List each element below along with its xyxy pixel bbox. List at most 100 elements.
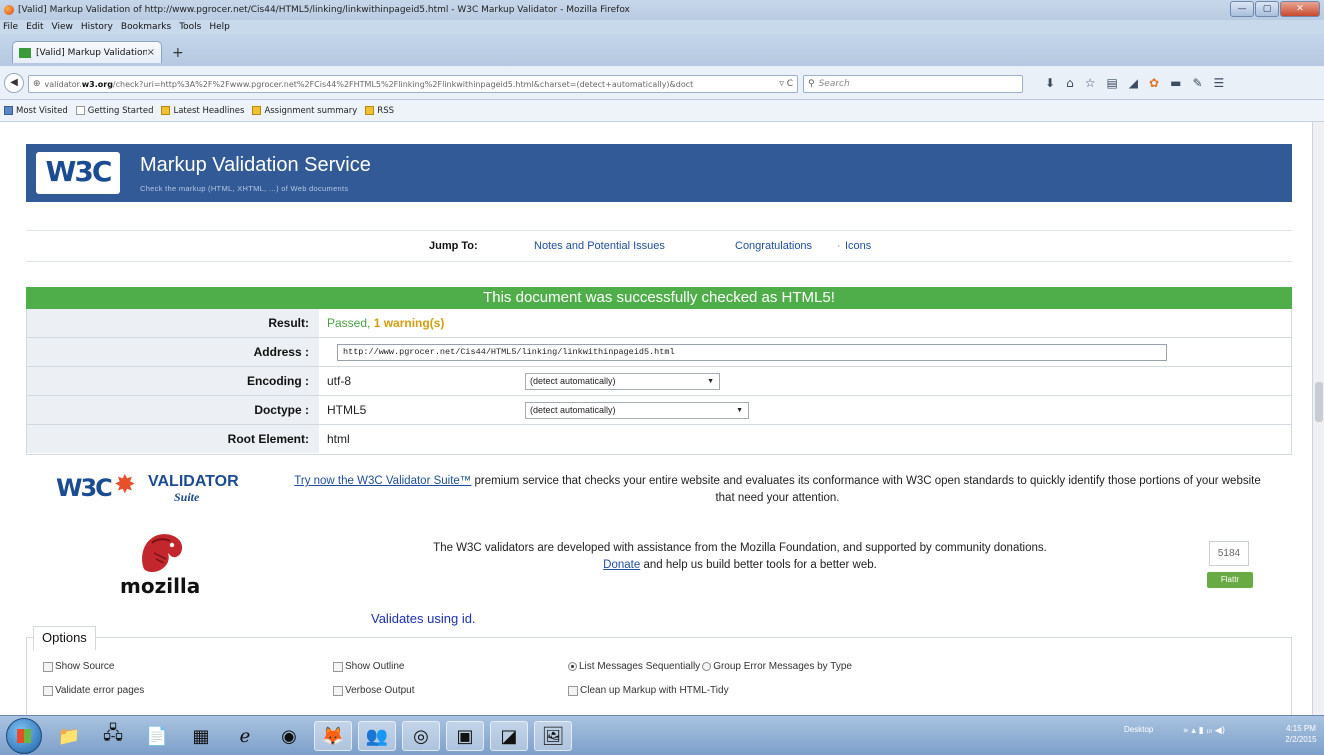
encoding-select[interactable]: (detect automatically) ▼ bbox=[525, 373, 720, 390]
internet-explorer-icon[interactable]: ℯ bbox=[226, 721, 264, 751]
validate-error-pages-checkbox[interactable] bbox=[43, 685, 53, 696]
verbose-output-option[interactable]: Verbose Output bbox=[333, 685, 415, 696]
search-bar[interactable]: ⚲ Search bbox=[803, 75, 1023, 93]
menu-edit[interactable]: Edit bbox=[26, 22, 43, 32]
people-icon[interactable]: 👥 bbox=[358, 721, 396, 751]
page-subtitle: Check the markup (HTML, XHTML, ...) of W… bbox=[140, 184, 349, 193]
star-icon[interactable]: ☆ bbox=[1085, 76, 1096, 90]
notes-icon[interactable]: ◪ bbox=[490, 721, 528, 751]
doctype-label: Doctype : bbox=[27, 396, 319, 424]
firefox-icon bbox=[4, 5, 14, 15]
jump-link-congratulations[interactable]: Congratulations bbox=[735, 240, 812, 252]
rss-folder-icon bbox=[252, 106, 262, 115]
w3c-logo[interactable]: W3C bbox=[36, 152, 120, 194]
app-icon[interactable]: ◎ bbox=[402, 721, 440, 751]
globe-icon: ⊕ bbox=[33, 79, 41, 89]
window-title: [Valid] Markup Validation of http://www.… bbox=[18, 5, 630, 15]
menu-file[interactable]: File bbox=[3, 22, 18, 32]
send-icon[interactable]: ◢ bbox=[1129, 76, 1138, 90]
jump-link-icons[interactable]: Icons bbox=[845, 240, 871, 252]
flattr-button[interactable]: Flattr bbox=[1207, 572, 1253, 588]
group-by-type-radio[interactable] bbox=[702, 662, 712, 671]
explorer-icon[interactable]: 📁 bbox=[50, 721, 88, 751]
address-input[interactable]: http://www.pgrocer.net/Cis44/HTML5/linki… bbox=[337, 344, 1167, 361]
tab-validator[interactable]: [Valid] Markup Validation ... × bbox=[12, 41, 162, 63]
download-icon[interactable]: ⬇ bbox=[1045, 76, 1055, 90]
windows-flag-icon bbox=[17, 729, 31, 743]
options-title[interactable]: Options bbox=[33, 626, 96, 650]
show-outline-option[interactable]: Show Outline bbox=[333, 661, 404, 672]
rss-folder-icon bbox=[161, 106, 171, 115]
bookmark-latest-headlines[interactable]: Latest Headlines bbox=[161, 106, 244, 116]
home-icon[interactable]: ⌂ bbox=[1066, 76, 1074, 90]
message-order-option: List Messages Sequentially Group Error Me… bbox=[566, 661, 852, 672]
search-icon: ⚲ bbox=[808, 79, 815, 89]
close-window-button[interactable]: ✕ bbox=[1280, 1, 1320, 17]
tab-close-icon[interactable]: × bbox=[147, 47, 155, 58]
chrome-icon[interactable]: ◉ bbox=[270, 721, 308, 751]
maximize-button[interactable]: ▢ bbox=[1255, 1, 1279, 17]
clock[interactable]: 4:15 PM 2/2/2015 bbox=[1280, 723, 1322, 745]
favicon-icon bbox=[19, 47, 31, 58]
encoding-row: Encoding : utf-8 (detect automatically) ▼ bbox=[27, 367, 1291, 396]
tab-label: [Valid] Markup Validation ... bbox=[36, 47, 147, 58]
extension-icon[interactable]: ✎ bbox=[1192, 76, 1202, 90]
doctype-select[interactable]: (detect automatically) ▼ bbox=[525, 402, 749, 419]
firefox-taskbar-icon[interactable]: 🦊 bbox=[314, 721, 352, 751]
scrollbar-thumb[interactable] bbox=[1315, 382, 1323, 422]
html-tidy-option[interactable]: Clean up Markup with HTML-Tidy bbox=[568, 685, 729, 696]
minimize-button[interactable]: — bbox=[1230, 1, 1254, 17]
addon-icon[interactable]: ✿ bbox=[1149, 76, 1159, 90]
folder-icon[interactable]: ▬ bbox=[1170, 76, 1181, 90]
verbose-output-checkbox[interactable] bbox=[333, 685, 343, 696]
menu-bookmarks[interactable]: Bookmarks bbox=[121, 22, 171, 32]
new-tab-button[interactable]: + bbox=[172, 45, 184, 61]
bookmark-assignment-summary[interactable]: Assignment summary bbox=[252, 106, 357, 116]
photo-icon[interactable]: 🖼 bbox=[534, 721, 572, 751]
suite-link[interactable]: Try now the W3C Validator Suite™ bbox=[294, 475, 471, 487]
menu-history[interactable]: History bbox=[81, 22, 113, 32]
root-element-value: html bbox=[327, 432, 350, 446]
show-outline-checkbox[interactable] bbox=[333, 661, 343, 672]
list-sequential-radio[interactable] bbox=[568, 662, 577, 671]
url-bar[interactable]: ⊕ validator.w3.org/check?uri=http%3A%2F%… bbox=[28, 75, 798, 93]
menu-icon[interactable]: ☰ bbox=[1214, 76, 1225, 90]
validator-suite-logo[interactable]: W3C ✸ VALIDATOR Suite bbox=[56, 470, 266, 506]
validate-error-pages-option[interactable]: Validate error pages bbox=[43, 685, 144, 696]
calculator-icon[interactable]: ▦ bbox=[182, 721, 220, 751]
menu-tools[interactable]: Tools bbox=[179, 22, 201, 32]
bookmarks-bar: Most Visited Getting Started Latest Head… bbox=[0, 100, 1324, 122]
window-title-bar: [Valid] Markup Validation of http://www.… bbox=[0, 0, 1324, 20]
show-source-checkbox[interactable] bbox=[43, 661, 53, 672]
system-tray-icons[interactable]: » ▴ ▮ ₍ᵢₗ ◀) bbox=[1183, 726, 1225, 736]
dropdown-arrow-icon: ▼ bbox=[707, 378, 714, 385]
warning-count[interactable]: 1 warning(s) bbox=[374, 316, 445, 330]
window-icon[interactable]: ▣ bbox=[446, 721, 484, 751]
reload-icon[interactable]: ▿ C bbox=[779, 79, 793, 89]
address-row: Address : http://www.pgrocer.net/Cis44/H… bbox=[27, 338, 1291, 367]
menu-help[interactable]: Help bbox=[209, 22, 230, 32]
root-element-row: Root Element: html bbox=[27, 425, 1291, 454]
search-placeholder: Search bbox=[818, 79, 850, 89]
root-element-label: Root Element: bbox=[27, 425, 319, 453]
desktop-toolbar[interactable]: Desktop bbox=[1124, 725, 1153, 734]
menu-view[interactable]: View bbox=[52, 22, 73, 32]
show-source-option[interactable]: Show Source bbox=[43, 661, 114, 672]
bookmark-most-visited[interactable]: Most Visited bbox=[4, 106, 68, 116]
network-icon[interactable]: 🖧 bbox=[94, 721, 132, 751]
bookmark-getting-started[interactable]: Getting Started bbox=[75, 106, 153, 116]
rss-folder-icon bbox=[365, 106, 375, 115]
donate-link[interactable]: Donate bbox=[603, 559, 640, 571]
start-button[interactable] bbox=[6, 718, 42, 754]
html-tidy-checkbox[interactable] bbox=[568, 685, 578, 696]
jump-link-notes[interactable]: Notes and Potential Issues bbox=[534, 240, 665, 252]
reading-list-icon[interactable]: ▤ bbox=[1106, 76, 1117, 90]
mozilla-donation-text: The W3C validators are developed with as… bbox=[433, 542, 1047, 571]
bookmark-rss[interactable]: RSS bbox=[365, 106, 394, 116]
back-button[interactable]: ◀ bbox=[4, 73, 24, 93]
url-text[interactable]: validator.w3.org/check?uri=http%3A%2F%2F… bbox=[45, 80, 780, 89]
mozilla-dino-icon[interactable] bbox=[134, 529, 186, 577]
document-icon[interactable]: 📄 bbox=[138, 721, 176, 751]
vertical-scrollbar[interactable] bbox=[1312, 122, 1324, 715]
navigation-bar: ◀ ⊕ validator.w3.org/check?uri=http%3A%2… bbox=[0, 66, 1324, 100]
